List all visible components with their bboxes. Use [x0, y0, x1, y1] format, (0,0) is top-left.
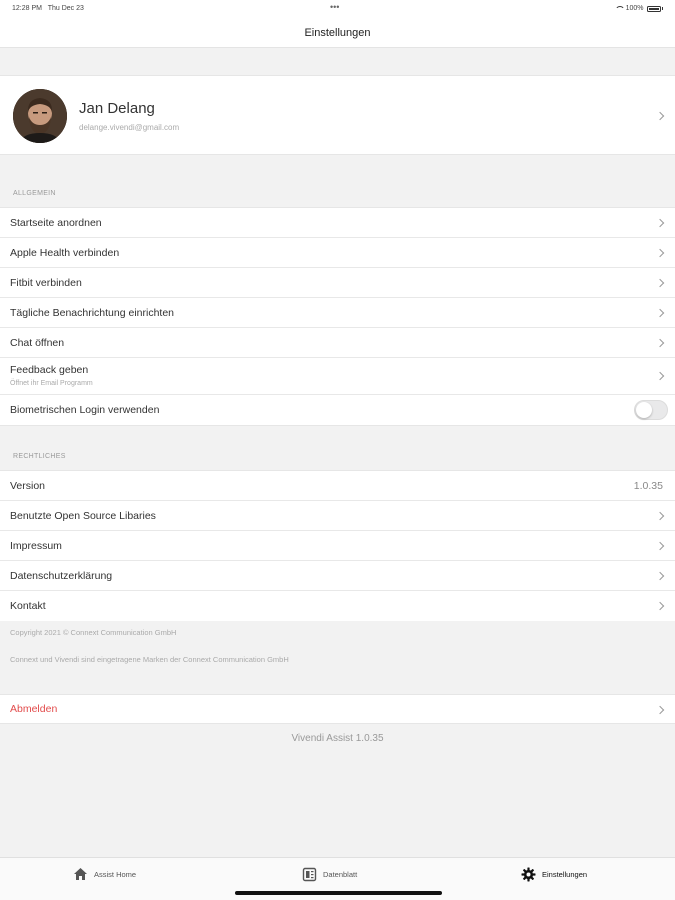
chevron-right-icon: [655, 278, 665, 288]
chevron-right-icon: [655, 601, 665, 611]
chevron-right-icon: [655, 338, 665, 348]
app-version-text: Vivendi Assist 1.0.35: [291, 733, 384, 744]
gear-icon: [521, 867, 536, 882]
settings-row-apple-health[interactable]: Apple Health verbinden: [0, 238, 675, 268]
chevron-right-icon: [655, 511, 665, 521]
home-indicator[interactable]: [235, 891, 442, 895]
biometric-login-toggle[interactable]: [634, 400, 668, 420]
multitasking-dots[interactable]: •••: [330, 2, 339, 12]
profile-name: Jan Delang: [79, 100, 155, 117]
legal-settings-group: Version 1.0.35 Benutzte Open Source Liba…: [0, 470, 675, 621]
copyright-text: Copyright 2021 © Connext Communication G…: [10, 628, 177, 637]
settings-row-biometric-login: Biometrischen Login verwenden: [0, 395, 675, 425]
status-indicators: 100%: [614, 5, 663, 12]
version-value: 1.0.35: [633, 480, 663, 492]
row-label: Chat öffnen: [10, 337, 65, 349]
chevron-right-icon: [655, 111, 665, 121]
settings-row-contact[interactable]: Kontakt: [0, 591, 675, 621]
status-time-value: 12:28 PM: [12, 5, 42, 12]
tab-label: Assist Home: [94, 869, 137, 879]
chevron-right-icon: [655, 218, 665, 228]
row-label: Biometrischen Login verwenden: [10, 404, 160, 416]
row-label: Impressum: [10, 540, 62, 552]
chevron-right-icon: [655, 571, 665, 581]
battery-icon: [646, 5, 661, 12]
logout-row[interactable]: Abmelden: [0, 694, 675, 724]
wifi-icon: [614, 5, 625, 12]
row-label: Fitbit verbinden: [10, 277, 82, 289]
section-header-legal: RECHTLICHES: [13, 453, 66, 460]
tab-label: Datenblatt: [323, 870, 358, 879]
chevron-right-icon: [655, 308, 665, 318]
toggle-knob: [636, 402, 652, 418]
avatar-photo-icon: [13, 89, 67, 143]
tab-einstellungen[interactable]: Einstellungen: [521, 867, 587, 882]
chevron-right-icon: [655, 248, 665, 258]
row-label: Startseite anordnen: [10, 217, 102, 229]
row-label: Version: [10, 480, 46, 492]
battery-percent: 100%: [625, 5, 644, 12]
avatar: [13, 89, 67, 143]
settings-row-version: Version 1.0.35: [0, 471, 675, 501]
tab-datenblatt[interactable]: Datenblatt: [302, 867, 357, 882]
profile-row[interactable]: Jan Delang delange.vivendi@gmail.com: [0, 75, 675, 155]
profile-email: delange.vivendi@gmail.com: [79, 123, 180, 132]
settings-row-feedback[interactable]: Feedback geben Öffnet ihr Email Programm: [0, 358, 675, 395]
logout-label: Abmelden: [10, 703, 58, 715]
status-date-value: Thu Dec 23: [47, 5, 84, 12]
navigation-bar: Einstellungen: [0, 18, 675, 48]
status-bar: 12:28 PM Thu Dec 23 ••• 100%: [0, 0, 675, 18]
section-header-general: ALLGEMEIN: [13, 190, 56, 197]
general-settings-group: Startseite anordnen Apple Health verbind…: [0, 207, 675, 426]
settings-row-impressum[interactable]: Impressum: [0, 531, 675, 561]
status-time: 12:28 PM Thu Dec 23: [12, 5, 84, 12]
chevron-right-icon: [655, 541, 665, 551]
row-label: Apple Health verbinden: [10, 247, 120, 259]
settings-row-privacy[interactable]: Datenschutzerklärung: [0, 561, 675, 591]
row-label: Datenschutzerklärung: [10, 570, 113, 582]
tab-assist-home[interactable]: Assist Home: [73, 867, 136, 881]
row-label: Benutzte Open Source Libaries: [10, 510, 156, 522]
tab-label: Einstellungen: [542, 870, 588, 879]
settings-row-notification[interactable]: Tägliche Benachrichtung einrichten: [0, 298, 675, 328]
chevron-right-icon: [655, 705, 665, 715]
settings-row-fitbit[interactable]: Fitbit verbinden: [0, 268, 675, 298]
chevron-right-icon: [655, 371, 665, 381]
battery-tip-icon: [661, 7, 663, 10]
settings-row-open-source[interactable]: Benutzte Open Source Libaries: [0, 501, 675, 531]
row-sublabel: Öffnet ihr Email Programm: [10, 380, 93, 387]
document-icon: [302, 867, 317, 882]
home-icon: [74, 868, 87, 880]
settings-row-startseite[interactable]: Startseite anordnen: [0, 208, 675, 238]
row-label: Feedback geben: [10, 364, 89, 376]
page-title: Einstellungen: [304, 27, 371, 39]
row-label: Tägliche Benachrichtung einrichten: [10, 307, 175, 319]
row-label: Kontakt: [10, 600, 46, 612]
trademark-text: Connext und Vivendi sind eingetragene Ma…: [10, 655, 289, 664]
settings-row-chat[interactable]: Chat öffnen: [0, 328, 675, 358]
